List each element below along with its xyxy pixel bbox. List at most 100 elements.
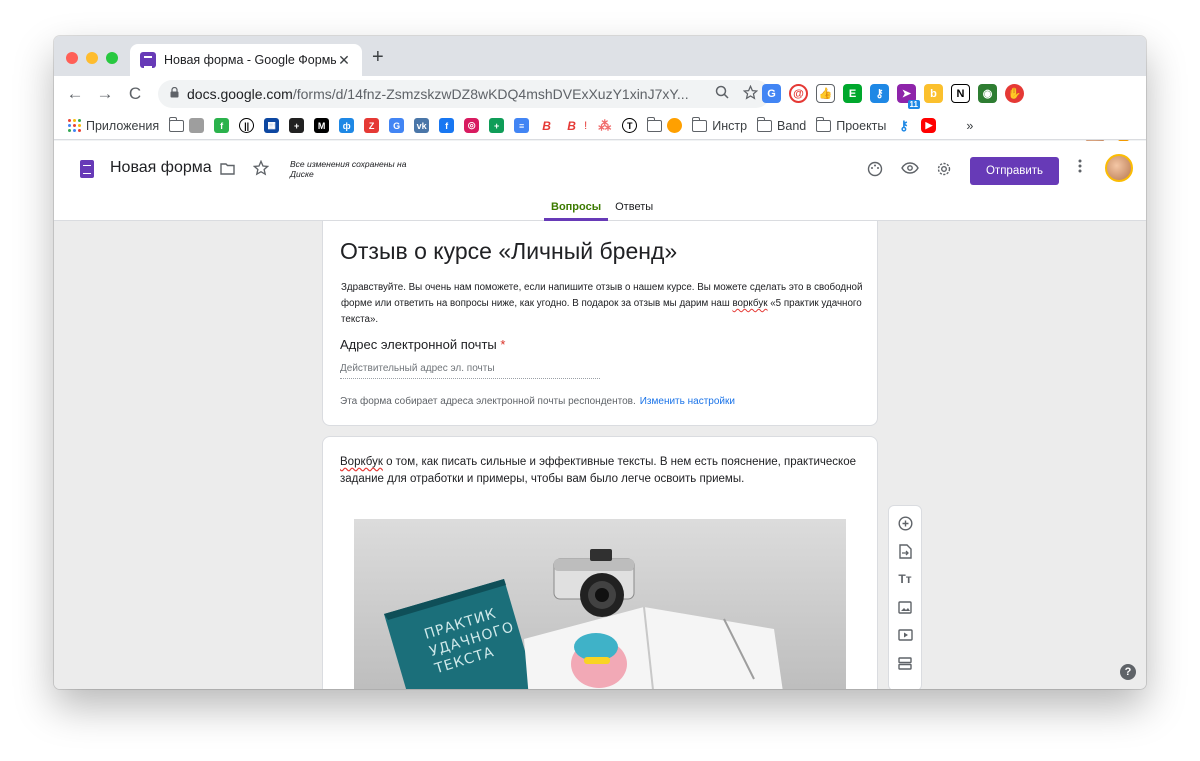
bookmark-folder-2[interactable] xyxy=(646,116,683,133)
folder-icon xyxy=(646,116,663,132)
bookmark-projects[interactable]: Проекты xyxy=(815,116,886,133)
change-settings-link[interactable]: Изменить настройки xyxy=(640,396,735,407)
workbook-description[interactable]: Воркбук о том, как писать сильные и эффе… xyxy=(340,454,872,488)
bookmark-pause[interactable]: || xyxy=(239,118,255,133)
b-extension-icon[interactable]: b xyxy=(924,84,943,103)
form-tabs: Вопросы Ответы xyxy=(544,201,660,221)
close-window-button[interactable] xyxy=(66,52,78,64)
add-section-icon[interactable] xyxy=(896,654,914,672)
forms-logo-icon[interactable] xyxy=(80,160,94,178)
send-extension-icon[interactable]: ➤ 11 xyxy=(897,84,920,109)
form-title[interactable]: Отзыв о курсе «Личный бренд» xyxy=(340,238,677,265)
more-vert-icon[interactable] xyxy=(1078,159,1082,178)
browser-toolbar: ← → C docs.google.com/forms/d/14fnz-Zsmz… xyxy=(54,76,1146,145)
bookmark-t[interactable]: T xyxy=(622,118,638,133)
bookmark-asana[interactable]: ⁂ xyxy=(597,117,613,133)
medium-icon: M xyxy=(314,118,330,133)
add-question-icon[interactable] xyxy=(896,514,914,532)
bookmark-apps-label: Приложения xyxy=(86,118,160,133)
asana-icon: ⁂ xyxy=(597,117,613,133)
bookmark-medium[interactable]: M xyxy=(314,118,330,133)
bookmark-instagram[interactable]: ◎ xyxy=(464,118,480,133)
settings-gear-icon[interactable] xyxy=(934,161,954,181)
address-bar[interactable]: docs.google.com/forms/d/14fnz-ZsmzskzwDZ… xyxy=(158,80,770,108)
spiral-extension-icon[interactable]: @ xyxy=(789,84,808,103)
pause-icon: || xyxy=(239,118,255,133)
tab-answers[interactable]: Ответы xyxy=(608,201,660,221)
new-tab-button[interactable]: + xyxy=(372,47,384,67)
tab-close-icon[interactable]: ✕ xyxy=(336,52,352,69)
import-questions-icon[interactable] xyxy=(896,542,914,560)
translate-extension-icon[interactable]: G xyxy=(762,84,781,103)
bookmark-youtube[interactable]: ▶ xyxy=(921,118,937,133)
folder-icon xyxy=(168,116,185,132)
bookmark-facebook[interactable]: f xyxy=(439,118,455,133)
folder-icon xyxy=(815,116,832,132)
bookmark-grid[interactable]: ▦ xyxy=(264,118,280,133)
bookmark-key[interactable]: ⚷ xyxy=(896,118,912,133)
t-circle-icon: T xyxy=(622,118,638,133)
tab-strip: Новая форма - Google Формы ✕ + xyxy=(54,36,1146,76)
add-title-icon[interactable]: Tт xyxy=(896,570,914,588)
bookmark-folder-1[interactable] xyxy=(168,116,205,133)
required-mark: * xyxy=(500,337,506,352)
save-status: Все изменения сохранены на Диске xyxy=(290,159,407,179)
folder-icon[interactable] xyxy=(220,162,235,179)
sheets-icon: + xyxy=(489,118,505,133)
add-video-icon[interactable] xyxy=(896,626,914,644)
translate-icon: G xyxy=(389,118,405,133)
bookmark-exclamation: ! xyxy=(584,119,588,132)
bookmark-instr[interactable]: Инстр xyxy=(691,116,747,133)
key-extension-icon[interactable]: ⚷ xyxy=(870,84,889,103)
email-question-label: Адрес электронной почты * xyxy=(340,337,506,352)
bookmark-sheets[interactable]: + xyxy=(489,118,505,133)
forward-button[interactable]: → xyxy=(90,84,120,104)
zoom-icon[interactable] xyxy=(715,85,729,103)
back-button[interactable]: ← xyxy=(60,84,90,104)
maximize-window-button[interactable] xyxy=(106,52,118,64)
browser-tab[interactable]: Новая форма - Google Формы ✕ xyxy=(130,44,362,76)
add-image-icon[interactable] xyxy=(896,598,914,616)
bookmark-band[interactable]: Band xyxy=(756,116,807,133)
bookmark-translate[interactable]: G xyxy=(389,118,405,133)
palette-icon[interactable] xyxy=(865,161,885,181)
form-name[interactable]: Новая форма xyxy=(110,159,212,177)
reload-button[interactable]: C xyxy=(120,84,150,104)
preview-eye-icon[interactable] xyxy=(900,161,920,181)
bookmark-feedly[interactable]: f xyxy=(214,118,230,133)
user-avatar[interactable] xyxy=(1105,154,1133,182)
help-icon[interactable]: ? xyxy=(1120,664,1136,680)
bookmark-vk[interactable]: vk xyxy=(414,118,430,133)
bookmarks-bar: Приложения f || ▦ + M ф Z G vk f ◎ + ≡ B… xyxy=(54,112,1146,140)
evernote-extension-icon[interactable]: E xyxy=(843,84,862,103)
robot-extension-icon[interactable]: ◉ xyxy=(978,84,997,103)
bookmark-site-icon-2 xyxy=(667,118,683,133)
tab-questions[interactable]: Вопросы xyxy=(544,201,609,221)
folder-icon xyxy=(756,116,773,132)
minimize-window-button[interactable] xyxy=(86,52,98,64)
bookmark-phi[interactable]: ф xyxy=(339,118,355,133)
bookmark-band-label: Band xyxy=(777,118,807,133)
adblock-extension-icon[interactable]: ✋ xyxy=(1005,84,1024,103)
notion-extension-icon[interactable]: N xyxy=(951,84,970,103)
docs-icon: ≡ xyxy=(514,118,530,133)
bookmark-b1[interactable]: B xyxy=(539,118,555,133)
email-field[interactable]: Действительный адрес эл. почты xyxy=(340,363,600,379)
lock-icon xyxy=(170,86,179,101)
star-icon[interactable] xyxy=(252,159,270,180)
browser-window: Новая форма - Google Формы ✕ + ← → C doc… xyxy=(54,36,1146,689)
form-description[interactable]: Здравствуйте. Вы очень нам поможете, есл… xyxy=(341,280,871,328)
description-card[interactable]: Воркбук о том, как писать сильные и эффе… xyxy=(322,436,878,689)
bookmarks-more[interactable]: » xyxy=(966,119,973,133)
feedly-icon: f xyxy=(214,118,230,133)
bookmark-docs[interactable]: ≡ xyxy=(514,118,530,133)
bookmark-star-icon[interactable] xyxy=(742,84,759,103)
bookmark-b2[interactable]: B! xyxy=(564,118,587,133)
like-extension-icon[interactable]: 👍 xyxy=(816,84,835,103)
send-button[interactable]: Отправить xyxy=(970,157,1059,185)
bookmark-plus[interactable]: + xyxy=(289,118,305,133)
workbook-image[interactable]: ПРАКТИКУДАЧНОГОТЕКСТА xyxy=(354,519,846,689)
bookmark-apps[interactable]: Приложения xyxy=(68,119,159,133)
bookmark-z[interactable]: Z xyxy=(364,118,380,133)
form-header-card[interactable]: Отзыв о курсе «Личный бренд» Здравствуйт… xyxy=(322,221,878,426)
